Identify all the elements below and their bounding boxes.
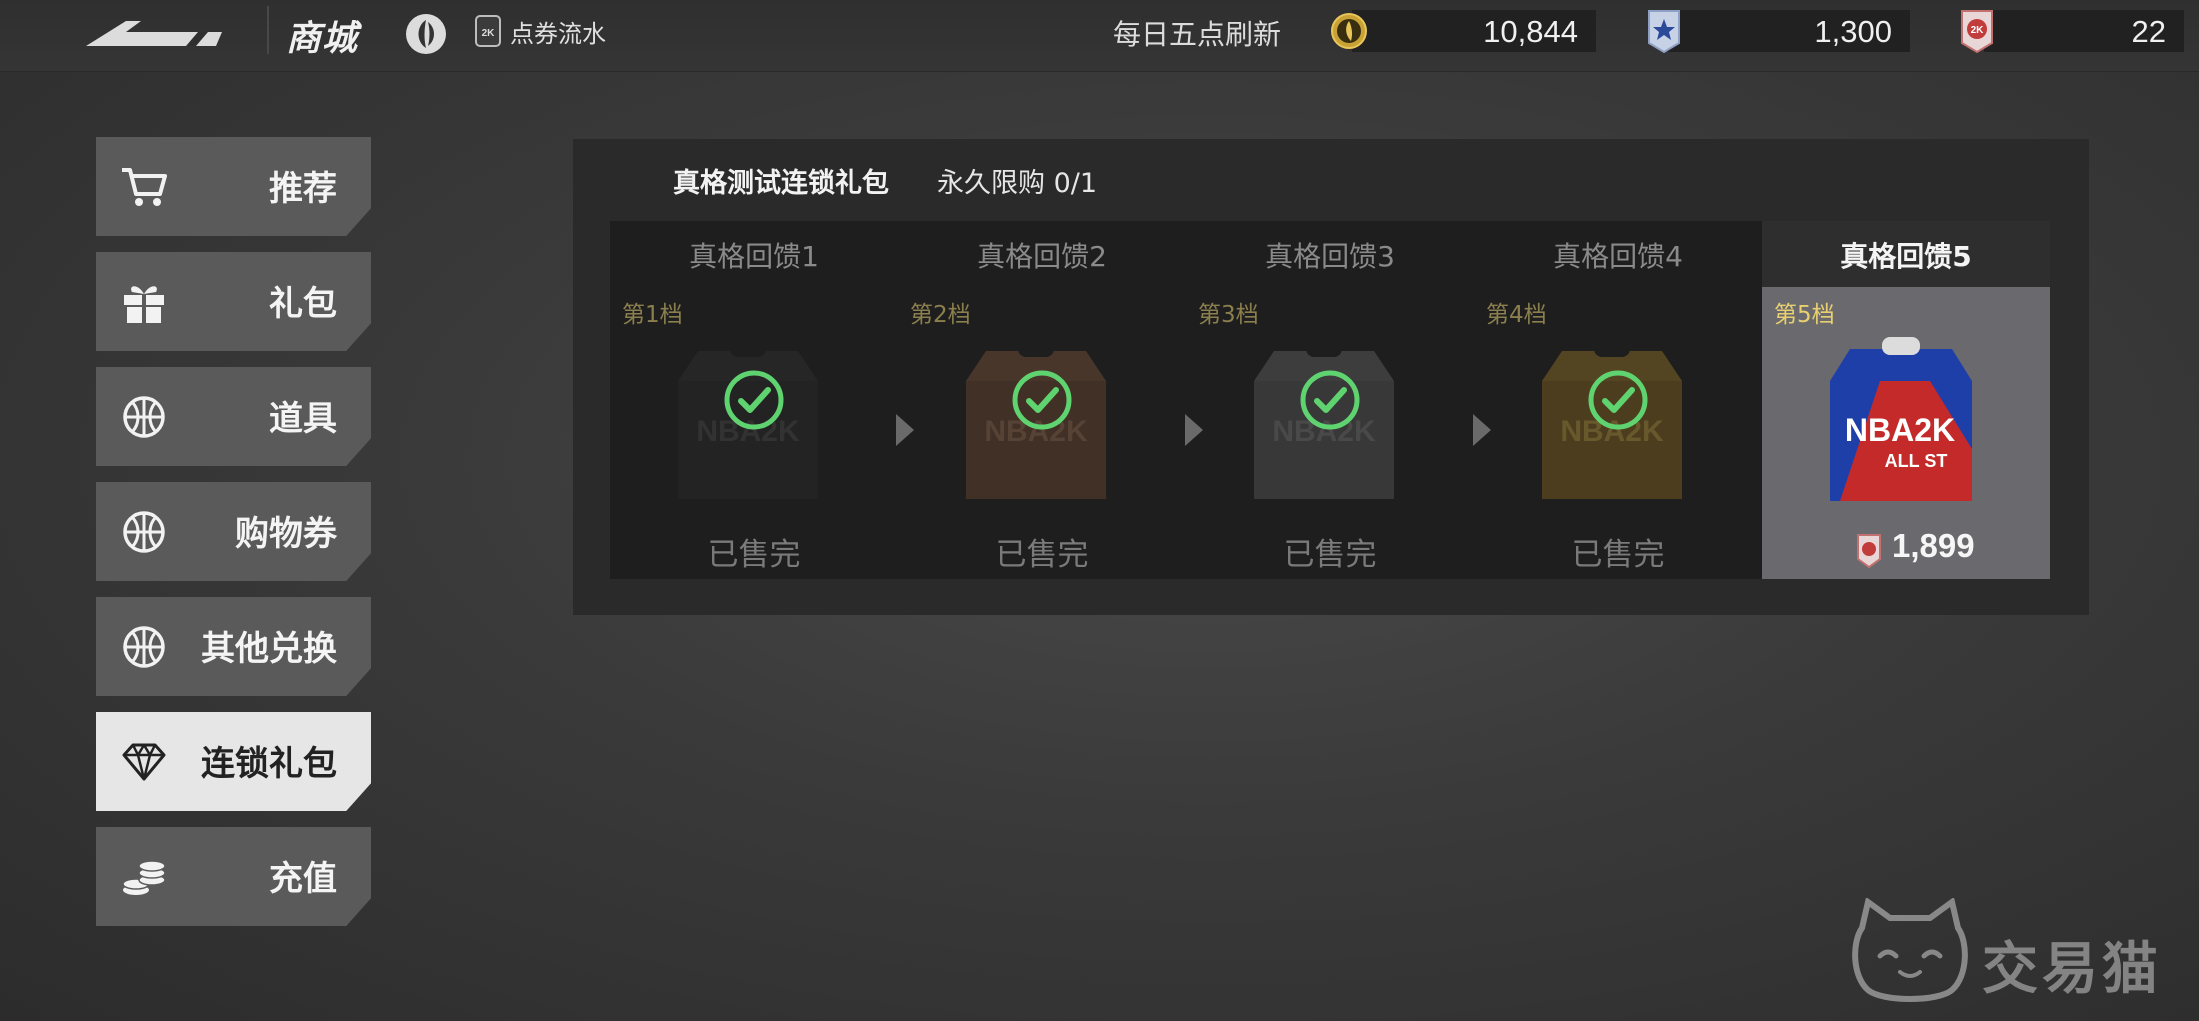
tier-level: 第1档	[622, 302, 683, 328]
sold-out-label: 已售完	[1571, 537, 1665, 573]
check-circle-icon	[724, 370, 784, 430]
sidebar-item-recharge[interactable]: 充值	[96, 827, 371, 926]
sidebar-item-label: 推荐	[269, 169, 337, 209]
2k-badge-icon: 2K	[475, 15, 501, 47]
tier-name: 真格回馈1	[689, 240, 819, 273]
tier-price: 1,899	[1892, 527, 1975, 564]
sidebar-item-recommend[interactable]: 推荐	[96, 137, 371, 236]
gold-coin-icon	[1331, 13, 1367, 49]
tier-level: 第3档	[1198, 302, 1259, 328]
check-circle-icon	[1300, 370, 1360, 430]
cat-watermark-icon	[1852, 898, 1968, 1002]
tier-name: 真格回馈4	[1553, 240, 1683, 273]
check-circle-icon	[1588, 370, 1648, 430]
currency-star: 1,300	[1668, 10, 1910, 52]
svg-text:2K: 2K	[1971, 25, 1985, 36]
sold-out-label: 已售完	[995, 537, 1089, 573]
tier-name: 真格回馈2	[977, 240, 1107, 273]
sidebar-item-label: 连锁礼包	[201, 744, 337, 784]
sidebar-item-label: 道具	[269, 399, 337, 439]
sidebar-item-label: 礼包	[269, 284, 337, 324]
page-title: 商城	[286, 19, 359, 59]
basketball-icon	[123, 626, 165, 668]
coins-icon	[122, 860, 166, 895]
tier-card[interactable]: 真格回馈1 第1档 NBA2K 已售完	[610, 221, 898, 579]
diamond-icon	[122, 743, 166, 781]
flow-link[interactable]: 点券流水	[510, 14, 606, 49]
2k-point-icon	[1857, 534, 1881, 569]
sidebar-item-chain-pack[interactable]: 连锁礼包	[96, 712, 371, 811]
tier-level: 第4档	[1486, 302, 1547, 328]
pack-limit: 永久限购 0/1	[937, 168, 1098, 199]
top-bar: 商城 2K 点券流水 每日五点刷新 10,844 1,300 22 2K	[0, 0, 2199, 72]
watermark-text: 交易猫	[1982, 937, 2162, 1002]
back-logo-icon[interactable]	[86, 16, 222, 48]
currency-gold: 10,844	[1352, 10, 1596, 52]
chain-pack-panel: 真格测试连锁礼包 永久限购 0/1 真格回馈1 第1档 NBA2K 已售完 真格…	[573, 139, 2089, 615]
sidebar-item-gift[interactable]: 礼包	[96, 252, 371, 351]
gift-icon	[124, 286, 164, 323]
currency-2k: 22	[1984, 10, 2184, 52]
tier-name: 真格回馈3	[1265, 240, 1395, 273]
2k-point-icon: 2K	[1961, 10, 1993, 54]
leaf-logo-icon[interactable]	[404, 12, 448, 56]
tier-card[interactable]: 真格回馈2 第2档 NBA2K 已售完	[898, 221, 1186, 579]
tier-name: 真格回馈5	[1840, 240, 1972, 273]
sidebar-item-exchange[interactable]: 其他兑换	[96, 597, 371, 696]
divider	[267, 6, 269, 54]
star-badge-icon	[1648, 10, 1680, 54]
sold-out-label: 已售完	[707, 537, 801, 573]
refresh-note: 每日五点刷新	[1113, 18, 1282, 51]
sidebar-item-coupons[interactable]: 购物券	[96, 482, 371, 581]
tier-card[interactable]: 真格回馈4 第4档 NBA2K 已售完	[1474, 221, 1762, 579]
svg-text:NBA2K: NBA2K	[1845, 412, 1955, 448]
pack-title: 真格测试连锁礼包	[673, 168, 889, 199]
tier-level: 第2档	[910, 302, 971, 328]
sold-out-label: 已售完	[1283, 537, 1377, 573]
cart-icon	[122, 168, 167, 206]
svg-text:2K: 2K	[482, 28, 496, 39]
currency-gold-value: 10,844	[1483, 14, 1578, 49]
sidebar-item-label: 购物券	[235, 514, 337, 554]
currency-2k-value: 22	[2131, 14, 2166, 49]
currency-star-value: 1,300	[1814, 14, 1892, 49]
tier-level: 第5档	[1774, 302, 1835, 328]
tier-card[interactable]: 真格回馈3 第3档 NBA2K 已售完	[1186, 221, 1474, 579]
basketball-icon	[123, 396, 165, 438]
sidebar-item-label: 其他兑换	[201, 629, 337, 669]
check-circle-icon	[1012, 370, 1072, 430]
svg-text:ALL ST: ALL ST	[1885, 451, 1948, 471]
pack-bag-icon: NBA2K ALL ST	[1830, 337, 1972, 501]
basketball-icon	[123, 511, 165, 553]
sidebar-item-label: 充值	[269, 859, 337, 899]
sidebar-item-items[interactable]: 道具	[96, 367, 371, 466]
tier-card-active[interactable]: 真格回馈5 第5档 NBA2K ALL ST 1,899	[1762, 221, 2050, 579]
